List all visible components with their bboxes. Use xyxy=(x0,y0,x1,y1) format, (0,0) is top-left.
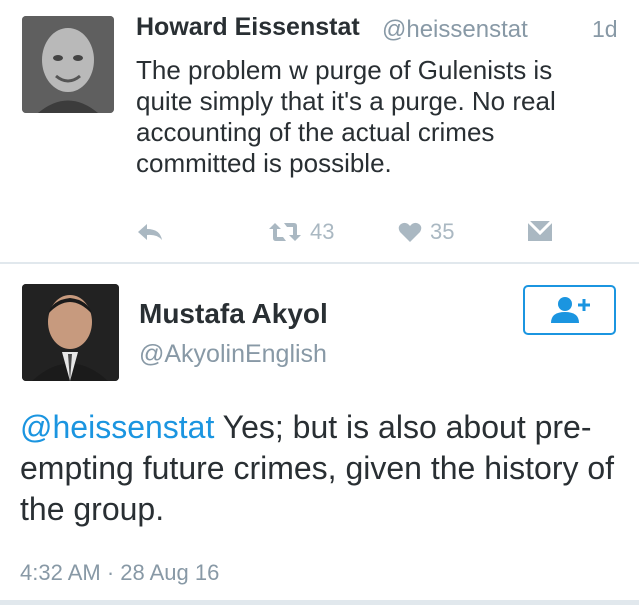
mention-link[interactable]: @heissenstat xyxy=(20,409,214,445)
retweet-count: 43 xyxy=(310,219,335,244)
heart-icon xyxy=(398,222,422,242)
retweet-button[interactable]: 43 xyxy=(268,219,334,245)
tweet-text: @heissenstat Yes; but is also about pre-… xyxy=(20,407,620,530)
avatar-mustafa[interactable] xyxy=(22,284,119,381)
tweet-text: The problem w purge of Gulenists is quit… xyxy=(136,55,556,178)
tweet-timestamp[interactable]: 4:32 AM · 28 Aug 16 xyxy=(20,560,219,586)
bottom-border xyxy=(0,600,639,605)
follow-button[interactable] xyxy=(523,285,616,335)
reply-icon xyxy=(138,224,162,240)
author-name[interactable]: Mustafa Akyol xyxy=(139,298,328,330)
tweet-time[interactable]: 1d xyxy=(592,16,618,43)
direct-message-icon xyxy=(527,220,553,241)
like-count: 35 xyxy=(430,219,455,244)
avatar-howard[interactable] xyxy=(22,16,114,113)
retweet-icon xyxy=(269,223,301,241)
add-user-icon xyxy=(550,297,590,323)
like-button[interactable]: 35 xyxy=(398,219,454,245)
direct-message-button[interactable] xyxy=(527,220,553,242)
author-handle[interactable]: @heissenstat xyxy=(382,16,528,44)
tweet-howard[interactable]: Howard Eissenstat @heissenstat 1d The pr… xyxy=(0,0,639,262)
reply-button[interactable] xyxy=(137,222,163,242)
author-name[interactable]: Howard Eissenstat xyxy=(136,13,360,42)
author-handle[interactable]: @AkyolinEnglish xyxy=(139,340,327,369)
tweet-divider xyxy=(0,262,639,264)
